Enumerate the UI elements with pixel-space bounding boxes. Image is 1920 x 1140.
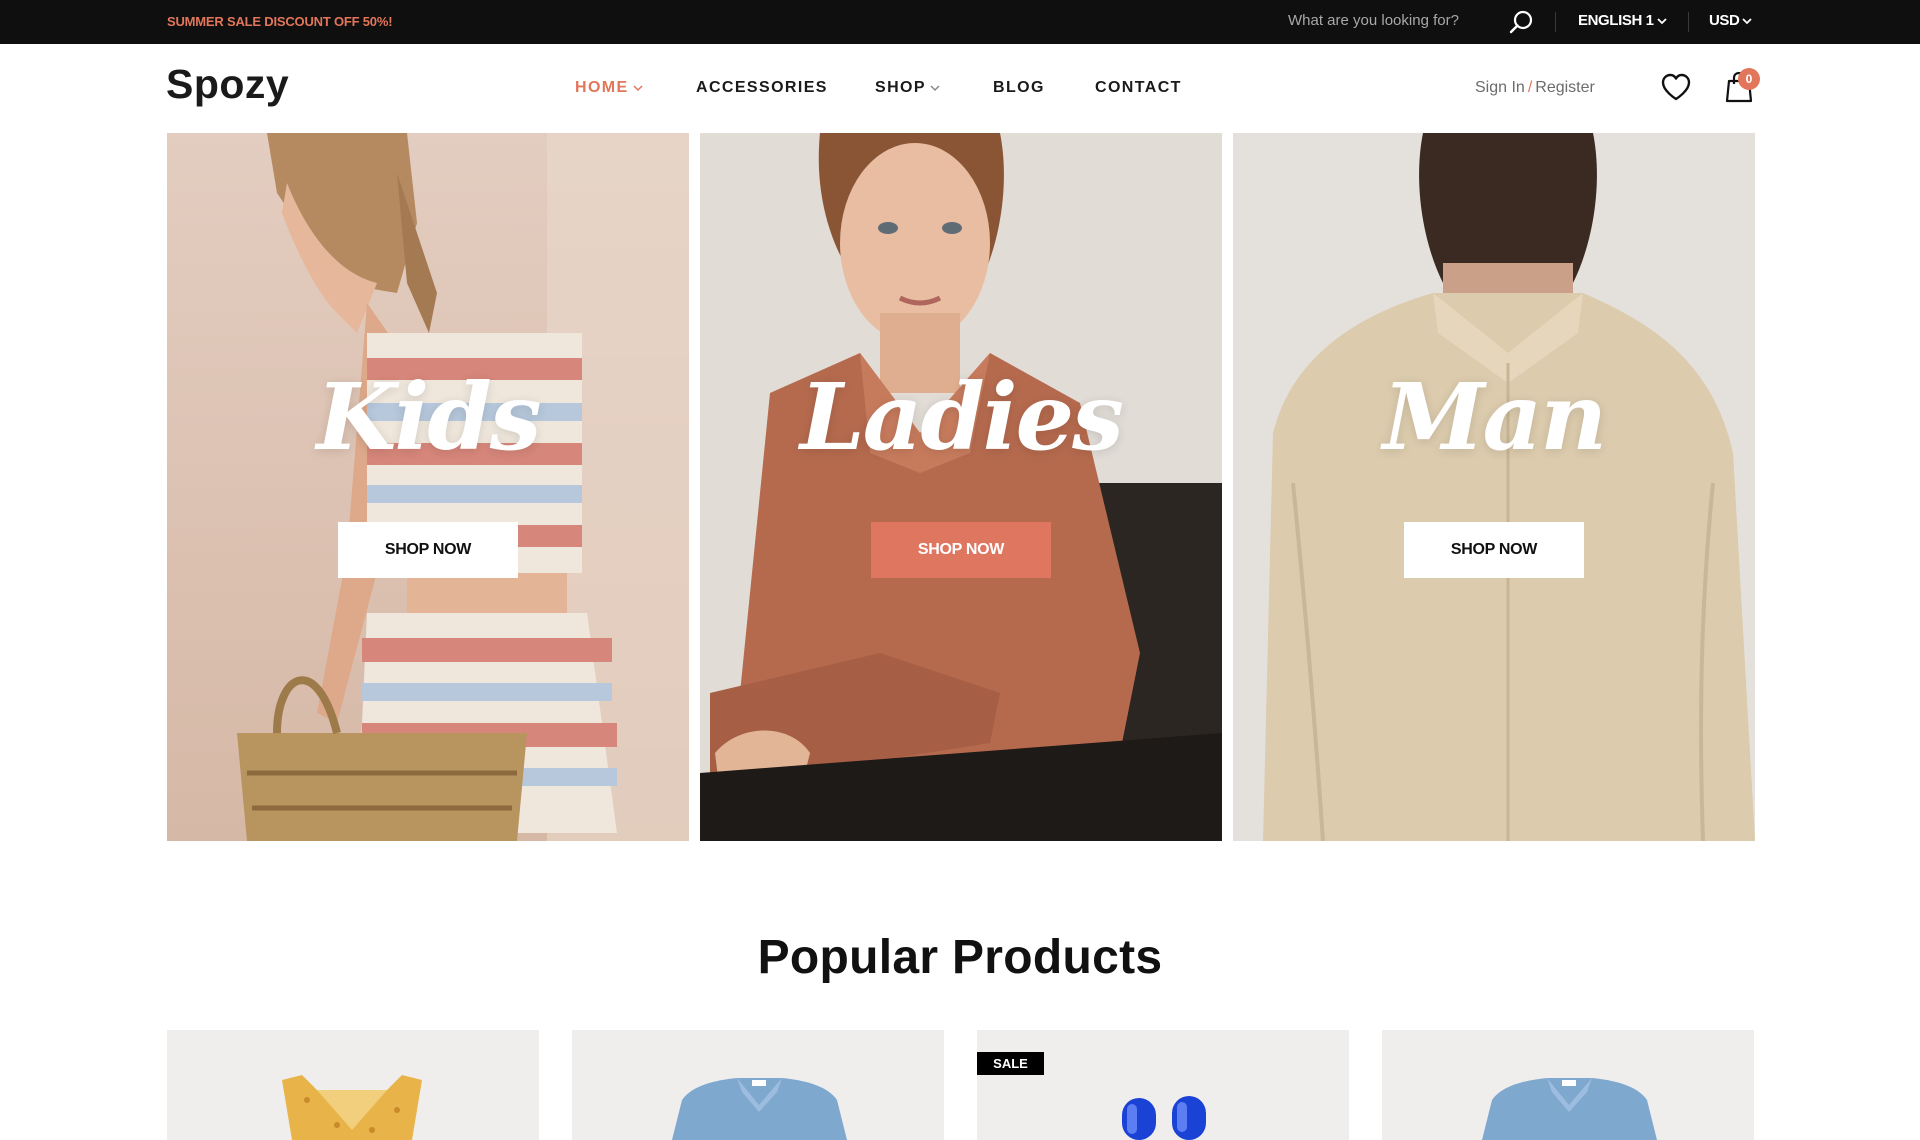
nav-blog[interactable]: BLOG (993, 79, 1045, 97)
nav-label: CONTACT (1095, 79, 1182, 96)
banner-kids[interactable]: Kids SHOP NOW (167, 133, 689, 841)
product-card[interactable] (167, 1030, 539, 1140)
search-input[interactable]: What are you looking for? (1288, 12, 1459, 29)
cart-count-badge: 0 (1738, 68, 1760, 90)
nav-label: ACCESSORIES (696, 79, 828, 96)
logo[interactable]: Spozy (166, 61, 289, 108)
banner-man[interactable]: Man SHOP NOW (1233, 133, 1755, 841)
product-image (1382, 1030, 1754, 1140)
main-header: Spozy HOME ACCESSORIES SHOP BLOG CONTACT… (0, 44, 1920, 132)
banner-title: Ladies (800, 363, 1124, 471)
nav-label: BLOG (993, 79, 1045, 96)
product-image (977, 1030, 1349, 1140)
chevron-down-icon (1656, 17, 1667, 24)
product-image (572, 1030, 944, 1140)
product-card[interactable] (572, 1030, 944, 1140)
chevron-down-icon (633, 85, 643, 92)
nav-home[interactable]: HOME (575, 79, 643, 97)
ladies-banner-image (700, 133, 1222, 841)
top-bar: SUMMER SALE DISCOUNT OFF 50%! What are y… (0, 0, 1920, 44)
shop-now-button[interactable]: SHOP NOW (1404, 522, 1584, 578)
sign-in-link[interactable]: Sign In (1475, 79, 1525, 96)
nav-accessories[interactable]: ACCESSORIES (696, 79, 828, 97)
language-label: ENGLISH 1 (1578, 12, 1654, 29)
nav-label: SHOP (875, 79, 926, 96)
separator: / (1527, 79, 1533, 96)
chevron-down-icon (930, 85, 940, 92)
currency-label: USD (1709, 12, 1740, 29)
product-card[interactable] (1382, 1030, 1754, 1140)
kids-banner-image (167, 133, 689, 841)
banner-title: Man (1382, 363, 1607, 471)
register-link[interactable]: Register (1535, 79, 1595, 96)
product-card[interactable]: SALE (977, 1030, 1349, 1140)
promo-text: SUMMER SALE DISCOUNT OFF 50%! (167, 14, 393, 29)
banner-title: Kids (316, 363, 541, 471)
section-title: Popular Products (757, 931, 1163, 984)
sale-badge: SALE (977, 1052, 1044, 1075)
chevron-down-icon (1742, 17, 1753, 24)
divider (1555, 12, 1556, 32)
account-links: Sign In / Register (1475, 79, 1595, 97)
product-image (167, 1030, 539, 1140)
heart-icon[interactable] (1660, 72, 1692, 102)
nav-contact[interactable]: CONTACT (1095, 79, 1182, 97)
search-icon[interactable] (1508, 9, 1534, 35)
language-select[interactable]: ENGLISH 1 (1578, 12, 1667, 29)
shop-now-button[interactable]: SHOP NOW (871, 522, 1051, 578)
currency-select[interactable]: USD (1709, 12, 1753, 29)
man-banner-image (1233, 133, 1755, 841)
nav-shop[interactable]: SHOP (875, 79, 940, 97)
nav-label: HOME (575, 79, 629, 96)
shop-now-button[interactable]: SHOP NOW (338, 522, 518, 578)
banner-ladies[interactable]: Ladies SHOP NOW (700, 133, 1222, 841)
divider (1688, 12, 1689, 32)
